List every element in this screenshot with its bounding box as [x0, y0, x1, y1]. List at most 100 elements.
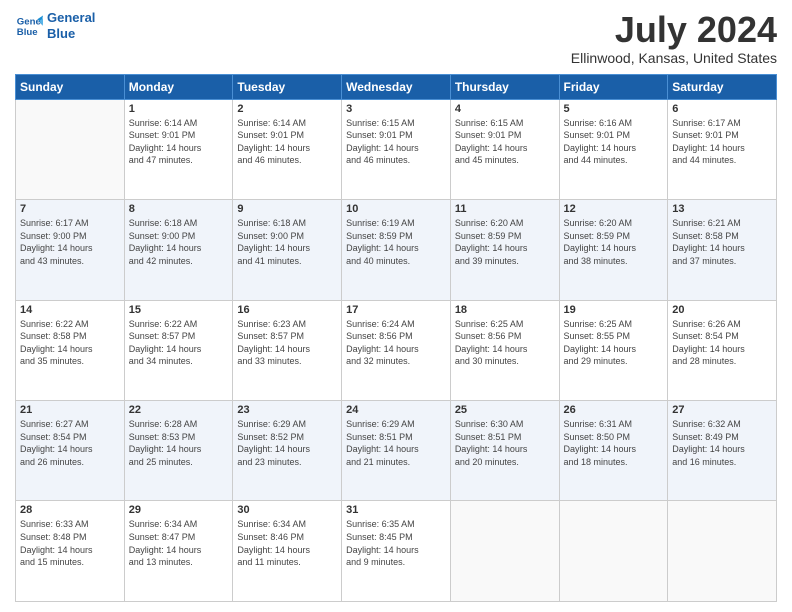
day-number: 20: [672, 304, 772, 316]
day-number: 8: [129, 203, 229, 215]
day-number: 18: [455, 304, 555, 316]
day-number: 11: [455, 203, 555, 215]
calendar-cell: [16, 99, 125, 199]
day-number: 1: [129, 103, 229, 115]
day-info: Sunrise: 6:16 AM Sunset: 9:01 PM Dayligh…: [564, 117, 664, 167]
calendar-header-row: SundayMondayTuesdayWednesdayThursdayFrid…: [16, 74, 777, 99]
day-info: Sunrise: 6:18 AM Sunset: 9:00 PM Dayligh…: [237, 217, 337, 267]
day-number: 26: [564, 404, 664, 416]
day-info: Sunrise: 6:26 AM Sunset: 8:54 PM Dayligh…: [672, 318, 772, 368]
day-info: Sunrise: 6:25 AM Sunset: 8:55 PM Dayligh…: [564, 318, 664, 368]
calendar-cell: 30 Sunrise: 6:34 AM Sunset: 8:46 PM Dayli…: [233, 501, 342, 602]
day-info: Sunrise: 6:28 AM Sunset: 8:53 PM Dayligh…: [129, 418, 229, 468]
day-number: 29: [129, 504, 229, 516]
day-number: 7: [20, 203, 120, 215]
calendar-cell: 8 Sunrise: 6:18 AM Sunset: 9:00 PM Daylig…: [124, 200, 233, 300]
logo-text-general: General: [47, 10, 95, 26]
day-info: Sunrise: 6:34 AM Sunset: 8:46 PM Dayligh…: [237, 518, 337, 568]
day-info: Sunrise: 6:22 AM Sunset: 8:57 PM Dayligh…: [129, 318, 229, 368]
calendar-cell: 31Sunrise: 6:35 AM Sunset: 8:45 PM Dayli…: [342, 501, 451, 602]
calendar-week-row-1: 1 Sunrise: 6:14 AM Sunset: 9:01 PM Daylig…: [16, 99, 777, 199]
day-info: Sunrise: 6:25 AM Sunset: 8:56 PM Dayligh…: [455, 318, 555, 368]
calendar-cell: 4 Sunrise: 6:15 AM Sunset: 9:01 PM Daylig…: [450, 99, 559, 199]
day-info: Sunrise: 6:14 AM Sunset: 9:01 PM Dayligh…: [129, 117, 229, 167]
day-info: Sunrise: 6:33 AM Sunset: 8:48 PM Dayligh…: [20, 518, 120, 568]
calendar-cell: 29 Sunrise: 6:34 AM Sunset: 8:47 PM Dayli…: [124, 501, 233, 602]
day-number: 4: [455, 103, 555, 115]
calendar-cell: [450, 501, 559, 602]
day-info: Sunrise: 6:18 AM Sunset: 9:00 PM Dayligh…: [129, 217, 229, 267]
calendar-cell: 3 Sunrise: 6:15 AM Sunset: 9:01 PM Daylig…: [342, 99, 451, 199]
calendar-week-row-2: 7 Sunrise: 6:17 AM Sunset: 9:00 PM Daylig…: [16, 200, 777, 300]
weekday-header-tuesday: Tuesday: [233, 74, 342, 99]
day-number: 25: [455, 404, 555, 416]
day-info: Sunrise: 6:35 AM Sunset: 8:45 PM Dayligh…: [346, 518, 446, 568]
logo: General Blue General Blue: [15, 10, 95, 41]
calendar-cell: 28Sunrise: 6:33 AM Sunset: 8:48 PM Dayli…: [16, 501, 125, 602]
calendar-cell: 16Sunrise: 6:23 AM Sunset: 8:57 PM Dayli…: [233, 300, 342, 400]
calendar-cell: 15 Sunrise: 6:22 AM Sunset: 8:57 PM Dayli…: [124, 300, 233, 400]
calendar-cell: 21 Sunrise: 6:27 AM Sunset: 8:54 PM Dayli…: [16, 401, 125, 501]
day-number: 17: [346, 304, 446, 316]
calendar-cell: 19 Sunrise: 6:25 AM Sunset: 8:55 PM Dayli…: [559, 300, 668, 400]
day-number: 5: [564, 103, 664, 115]
calendar-cell: 25 Sunrise: 6:30 AM Sunset: 8:51 PM Dayli…: [450, 401, 559, 501]
calendar-cell: 1 Sunrise: 6:14 AM Sunset: 9:01 PM Daylig…: [124, 99, 233, 199]
calendar-cell: 7 Sunrise: 6:17 AM Sunset: 9:00 PM Daylig…: [16, 200, 125, 300]
day-number: 21: [20, 404, 120, 416]
day-info: Sunrise: 6:20 AM Sunset: 8:59 PM Dayligh…: [564, 217, 664, 267]
day-number: 14: [20, 304, 120, 316]
svg-text:General: General: [17, 16, 43, 27]
day-info: Sunrise: 6:19 AM Sunset: 8:59 PM Dayligh…: [346, 217, 446, 267]
calendar-cell: 22 Sunrise: 6:28 AM Sunset: 8:53 PM Dayli…: [124, 401, 233, 501]
day-number: 22: [129, 404, 229, 416]
day-number: 19: [564, 304, 664, 316]
calendar-cell: [559, 501, 668, 602]
day-info: Sunrise: 6:15 AM Sunset: 9:01 PM Dayligh…: [455, 117, 555, 167]
day-number: 12: [564, 203, 664, 215]
day-info: Sunrise: 6:17 AM Sunset: 9:00 PM Dayligh…: [20, 217, 120, 267]
day-number: 30: [237, 504, 337, 516]
day-number: 3: [346, 103, 446, 115]
day-info: Sunrise: 6:15 AM Sunset: 9:01 PM Dayligh…: [346, 117, 446, 167]
day-info: Sunrise: 6:17 AM Sunset: 9:01 PM Dayligh…: [672, 117, 772, 167]
day-number: 2: [237, 103, 337, 115]
calendar-cell: 10 Sunrise: 6:19 AM Sunset: 8:59 PM Dayli…: [342, 200, 451, 300]
subtitle: Ellinwood, Kansas, United States: [571, 50, 777, 66]
day-info: Sunrise: 6:34 AM Sunset: 8:47 PM Dayligh…: [129, 518, 229, 568]
day-info: Sunrise: 6:21 AM Sunset: 8:58 PM Dayligh…: [672, 217, 772, 267]
logo-text-blue: Blue: [47, 26, 95, 42]
calendar-cell: 6 Sunrise: 6:17 AM Sunset: 9:01 PM Daylig…: [668, 99, 777, 199]
calendar-cell: 23Sunrise: 6:29 AM Sunset: 8:52 PM Dayli…: [233, 401, 342, 501]
day-info: Sunrise: 6:22 AM Sunset: 8:58 PM Dayligh…: [20, 318, 120, 368]
day-info: Sunrise: 6:30 AM Sunset: 8:51 PM Dayligh…: [455, 418, 555, 468]
weekday-header-saturday: Saturday: [668, 74, 777, 99]
weekday-header-wednesday: Wednesday: [342, 74, 451, 99]
calendar-cell: 9Sunrise: 6:18 AM Sunset: 9:00 PM Daylig…: [233, 200, 342, 300]
calendar-week-row-5: 28Sunrise: 6:33 AM Sunset: 8:48 PM Dayli…: [16, 501, 777, 602]
day-info: Sunrise: 6:27 AM Sunset: 8:54 PM Dayligh…: [20, 418, 120, 468]
calendar-cell: 24Sunrise: 6:29 AM Sunset: 8:51 PM Dayli…: [342, 401, 451, 501]
calendar-cell: 27Sunrise: 6:32 AM Sunset: 8:49 PM Dayli…: [668, 401, 777, 501]
day-number: 13: [672, 203, 772, 215]
day-info: Sunrise: 6:32 AM Sunset: 8:49 PM Dayligh…: [672, 418, 772, 468]
weekday-header-monday: Monday: [124, 74, 233, 99]
header: General Blue General Blue July 2024 Elli…: [15, 10, 777, 66]
calendar-cell: 12 Sunrise: 6:20 AM Sunset: 8:59 PM Dayli…: [559, 200, 668, 300]
page: General Blue General Blue July 2024 Elli…: [0, 0, 792, 612]
day-info: Sunrise: 6:24 AM Sunset: 8:56 PM Dayligh…: [346, 318, 446, 368]
day-info: Sunrise: 6:31 AM Sunset: 8:50 PM Dayligh…: [564, 418, 664, 468]
calendar-week-row-3: 14 Sunrise: 6:22 AM Sunset: 8:58 PM Dayli…: [16, 300, 777, 400]
main-title: July 2024: [571, 10, 777, 50]
weekday-header-thursday: Thursday: [450, 74, 559, 99]
calendar-cell: 20 Sunrise: 6:26 AM Sunset: 8:54 PM Dayli…: [668, 300, 777, 400]
svg-text:Blue: Blue: [17, 26, 38, 37]
day-number: 6: [672, 103, 772, 115]
calendar-week-row-4: 21 Sunrise: 6:27 AM Sunset: 8:54 PM Dayli…: [16, 401, 777, 501]
day-number: 15: [129, 304, 229, 316]
calendar-cell: [668, 501, 777, 602]
day-number: 24: [346, 404, 446, 416]
day-number: 16: [237, 304, 337, 316]
calendar-cell: 26 Sunrise: 6:31 AM Sunset: 8:50 PM Dayli…: [559, 401, 668, 501]
day-number: 10: [346, 203, 446, 215]
